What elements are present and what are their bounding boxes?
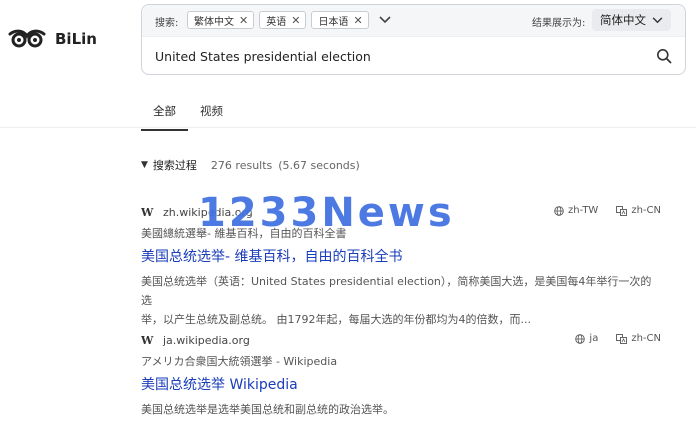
search-languages-label: 搜索: xyxy=(155,18,179,29)
tab-videos[interactable]: 视频 xyxy=(188,97,235,131)
translate-icon xyxy=(616,205,628,216)
language-chip[interactable]: 日本语 ✕ xyxy=(311,11,369,29)
search-result: W ja.wikipedia.org ja zh-CN アメリカ合衆国大統領選挙… xyxy=(141,332,661,419)
result-language-value: 简体中文 xyxy=(600,13,646,27)
search-box: 搜索: 繁体中文 ✕ 英语 ✕ 日本语 ✕ 结果展示为: 简体中文 United… xyxy=(141,4,686,75)
result-domain[interactable]: ja.wikipedia.org xyxy=(163,334,250,347)
brand-name: BiLin xyxy=(55,30,97,48)
snippet-line: 举，以产生总统及副总统。 由1792年起，每届大选的年份都均为4的倍数，而... xyxy=(141,313,531,326)
close-icon[interactable]: ✕ xyxy=(353,14,362,27)
close-icon[interactable]: ✕ xyxy=(239,14,248,27)
result-snippet: 美国总统选举（英语：United States presidential ele… xyxy=(141,272,661,329)
brand-logo[interactable]: BiLin xyxy=(8,28,97,50)
search-process-toggle[interactable]: ▼ 搜索过程 276 results (5.67 seconds) xyxy=(141,157,360,173)
tabs-divider xyxy=(0,127,696,128)
target-language: zh-CN xyxy=(631,333,661,344)
result-count: 276 results xyxy=(210,158,273,172)
watermark: 1233News xyxy=(198,190,455,236)
chevron-down-icon xyxy=(652,16,663,23)
close-icon[interactable]: ✕ xyxy=(291,14,300,27)
language-chip-label: 繁体中文 xyxy=(194,16,234,28)
wikipedia-icon: W xyxy=(141,205,154,219)
search-icon[interactable] xyxy=(656,48,672,64)
globe-icon xyxy=(554,205,564,216)
snippet-line: 美国总统选举（英语：United States presidential ele… xyxy=(141,275,652,307)
search-time: (5.67 seconds) xyxy=(278,158,360,172)
search-input[interactable]: United States presidential election xyxy=(155,49,371,64)
source-language: ja xyxy=(589,333,599,344)
target-language: zh-CN xyxy=(631,205,661,216)
result-tabs: 全部 视频 xyxy=(141,97,235,131)
wikipedia-icon: W xyxy=(141,333,154,347)
caret-down-icon: ▼ xyxy=(141,160,148,170)
result-language-label: 结果展示为: xyxy=(532,18,586,29)
search-options-bar: 搜索: 繁体中文 ✕ 英语 ✕ 日本语 ✕ 结果展示为: 简体中文 xyxy=(142,5,685,37)
language-chip[interactable]: 英语 ✕ xyxy=(259,11,307,29)
owl-logo-icon xyxy=(8,29,46,48)
snippet-line: 美国总统选举是选举美国总统和副总统的政治选举。 xyxy=(141,403,394,416)
translation-info: ja zh-CN xyxy=(575,333,661,344)
result-title-link[interactable]: 美国总统选举- 维基百科，自由的百科全书 xyxy=(141,246,661,266)
chevron-down-icon xyxy=(379,16,391,24)
search-process-label: 搜索过程 xyxy=(152,159,197,172)
globe-icon xyxy=(575,333,586,344)
language-chips: 繁体中文 ✕ 英语 ✕ 日本语 ✕ xyxy=(187,11,396,29)
result-title-link[interactable]: 美国总统选举 Wikipedia xyxy=(141,374,661,394)
language-chip-label: 英语 xyxy=(266,16,287,28)
result-snippet: 美国总统选举是选举美国总统和副总统的政治选举。 xyxy=(141,400,661,419)
translate-icon xyxy=(616,333,628,344)
result-header: W ja.wikipedia.org ja zh-CN xyxy=(141,332,661,348)
translation-info: zh-TW zh-CN xyxy=(554,205,661,216)
original-title: アメリカ合衆国大統領選挙 - Wikipedia xyxy=(141,355,338,368)
tab-all[interactable]: 全部 xyxy=(141,97,188,131)
language-chip[interactable]: 繁体中文 ✕ xyxy=(187,11,255,29)
result-language-select[interactable]: 简体中文 xyxy=(592,9,671,31)
language-chip-label: 日本语 xyxy=(318,16,349,28)
language-dropdown-toggle[interactable] xyxy=(374,11,396,29)
source-language: zh-TW xyxy=(568,205,599,216)
